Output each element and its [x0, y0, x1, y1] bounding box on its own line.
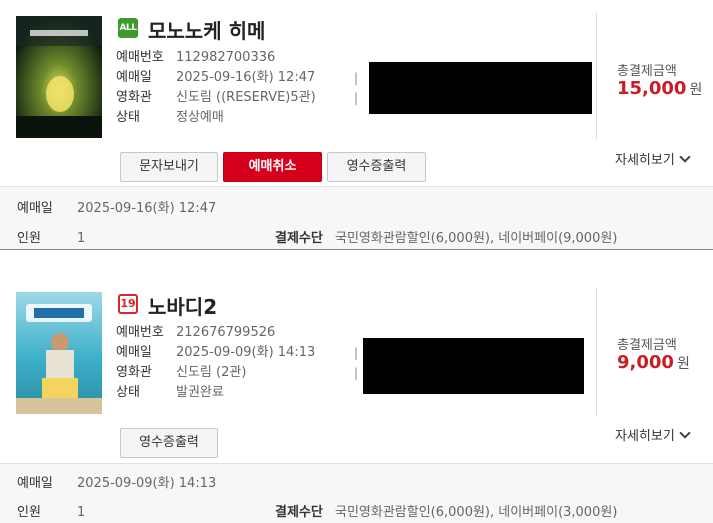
detail-date-label: 예매일: [17, 476, 53, 491]
total-amount-label: 총결제금액: [617, 338, 677, 353]
currency-label: 원: [689, 82, 703, 98]
print-receipt-button[interactable]: 영수증출력: [120, 428, 218, 458]
info-separators: | |: [354, 68, 358, 108]
status-label: 상태: [116, 385, 140, 400]
rating-19-badge: 19: [118, 294, 138, 314]
status-value: 정상예매: [176, 110, 224, 125]
payment-method-value: 국민영화관람할인(6,000원), 네이버페이(3,000원): [335, 505, 618, 520]
detail-date-value: 2025-09-09(화) 14:13: [77, 476, 217, 491]
total-amount-value: 9,000: [617, 352, 674, 373]
theater-value: 신도림 (2관): [176, 365, 247, 380]
vertical-divider: [596, 288, 597, 416]
movie-poster[interactable]: [16, 16, 102, 138]
booking-date-label: 예매일: [116, 345, 152, 360]
movie-title[interactable]: 모노노케 히메: [148, 15, 265, 44]
booking-detail-panel: 예매일 2025-09-16(화) 12:47 인원 1 결제수단 국민영화관람할인…: [0, 186, 713, 249]
booking-date-label: 예매일: [116, 70, 152, 85]
movie-poster[interactable]: [16, 292, 102, 414]
payment-method-value: 국민영화관람할인(6,000원), 네이버페이(9,000원): [335, 231, 618, 246]
theater-label: 영화관: [116, 90, 152, 105]
theater-label: 영화관: [116, 365, 152, 380]
status-label: 상태: [116, 110, 140, 125]
detail-people-label: 인원: [17, 505, 41, 520]
booking-info: 예매번호 212676799526 예매일 2025-09-09(화) 14:13 …: [116, 323, 315, 403]
detail-people-value: 1: [77, 231, 86, 246]
detail-people-label: 인원: [17, 231, 41, 246]
separator: |: [354, 91, 359, 105]
poster-image: [16, 16, 102, 138]
poster-image: [16, 292, 102, 414]
total-amount-label: 총결제금액: [617, 64, 677, 79]
separator: |: [354, 71, 359, 85]
show-details-link[interactable]: 자세히보기: [615, 149, 691, 168]
status-value: 발권완료: [176, 385, 224, 400]
show-details-label: 자세히보기: [615, 429, 675, 444]
show-details-link[interactable]: 자세히보기: [615, 425, 691, 444]
separator: |: [354, 346, 359, 360]
redacted-seat-info: [369, 62, 592, 114]
movie-title[interactable]: 노바디2: [148, 291, 217, 320]
total-amount-value: 15,000: [617, 78, 687, 99]
detail-date-value: 2025-09-16(화) 12:47: [77, 201, 217, 216]
redacted-seat-info: [363, 338, 584, 394]
booking-number-label: 예매번호: [116, 50, 164, 65]
payment-method-label: 결제수단: [275, 231, 323, 246]
show-details-label: 자세히보기: [615, 153, 675, 168]
card-separator: [0, 249, 713, 250]
payment-method-label: 결제수단: [275, 505, 323, 520]
chevron-down-icon: [679, 151, 691, 163]
booking-detail-panel: 예매일 2025-09-09(화) 14:13 인원 1 결제수단 국민영화관람할인…: [0, 463, 713, 523]
total-amount: 15,000 원: [617, 78, 702, 99]
theater-value: 신도림 ((RESERVE)5관): [176, 90, 316, 105]
print-receipt-button[interactable]: 영수증출력: [327, 152, 426, 182]
chevron-down-icon: [679, 427, 691, 439]
booking-card: ALL 모노노케 히메 예매번호 112982700336 예매일 2025-09-…: [0, 0, 713, 250]
vertical-divider: [596, 12, 597, 140]
detail-people-value: 1: [77, 505, 86, 520]
booking-date-value: 2025-09-09(화) 14:13: [176, 345, 316, 360]
booking-card: 19 노바디2 예매번호 212676799526 예매일 2025-09-09(화…: [0, 268, 713, 523]
send-sms-button[interactable]: 문자보내기: [120, 152, 218, 182]
booking-number-value: 112982700336: [176, 50, 276, 65]
cancel-booking-button[interactable]: 예매취소: [223, 152, 322, 182]
booking-number-label: 예매번호: [116, 325, 164, 340]
booking-date-value: 2025-09-16(화) 12:47: [176, 70, 316, 85]
separator: |: [354, 366, 359, 380]
currency-label: 원: [676, 356, 690, 372]
booking-number-value: 212676799526: [176, 325, 276, 340]
info-separators: | |: [354, 343, 358, 383]
rating-all-badge: ALL: [118, 18, 138, 38]
detail-date-label: 예매일: [17, 201, 53, 216]
booking-info: 예매번호 112982700336 예매일 2025-09-16(화) 12:47 …: [116, 48, 316, 128]
total-amount: 9,000 원: [617, 352, 690, 373]
